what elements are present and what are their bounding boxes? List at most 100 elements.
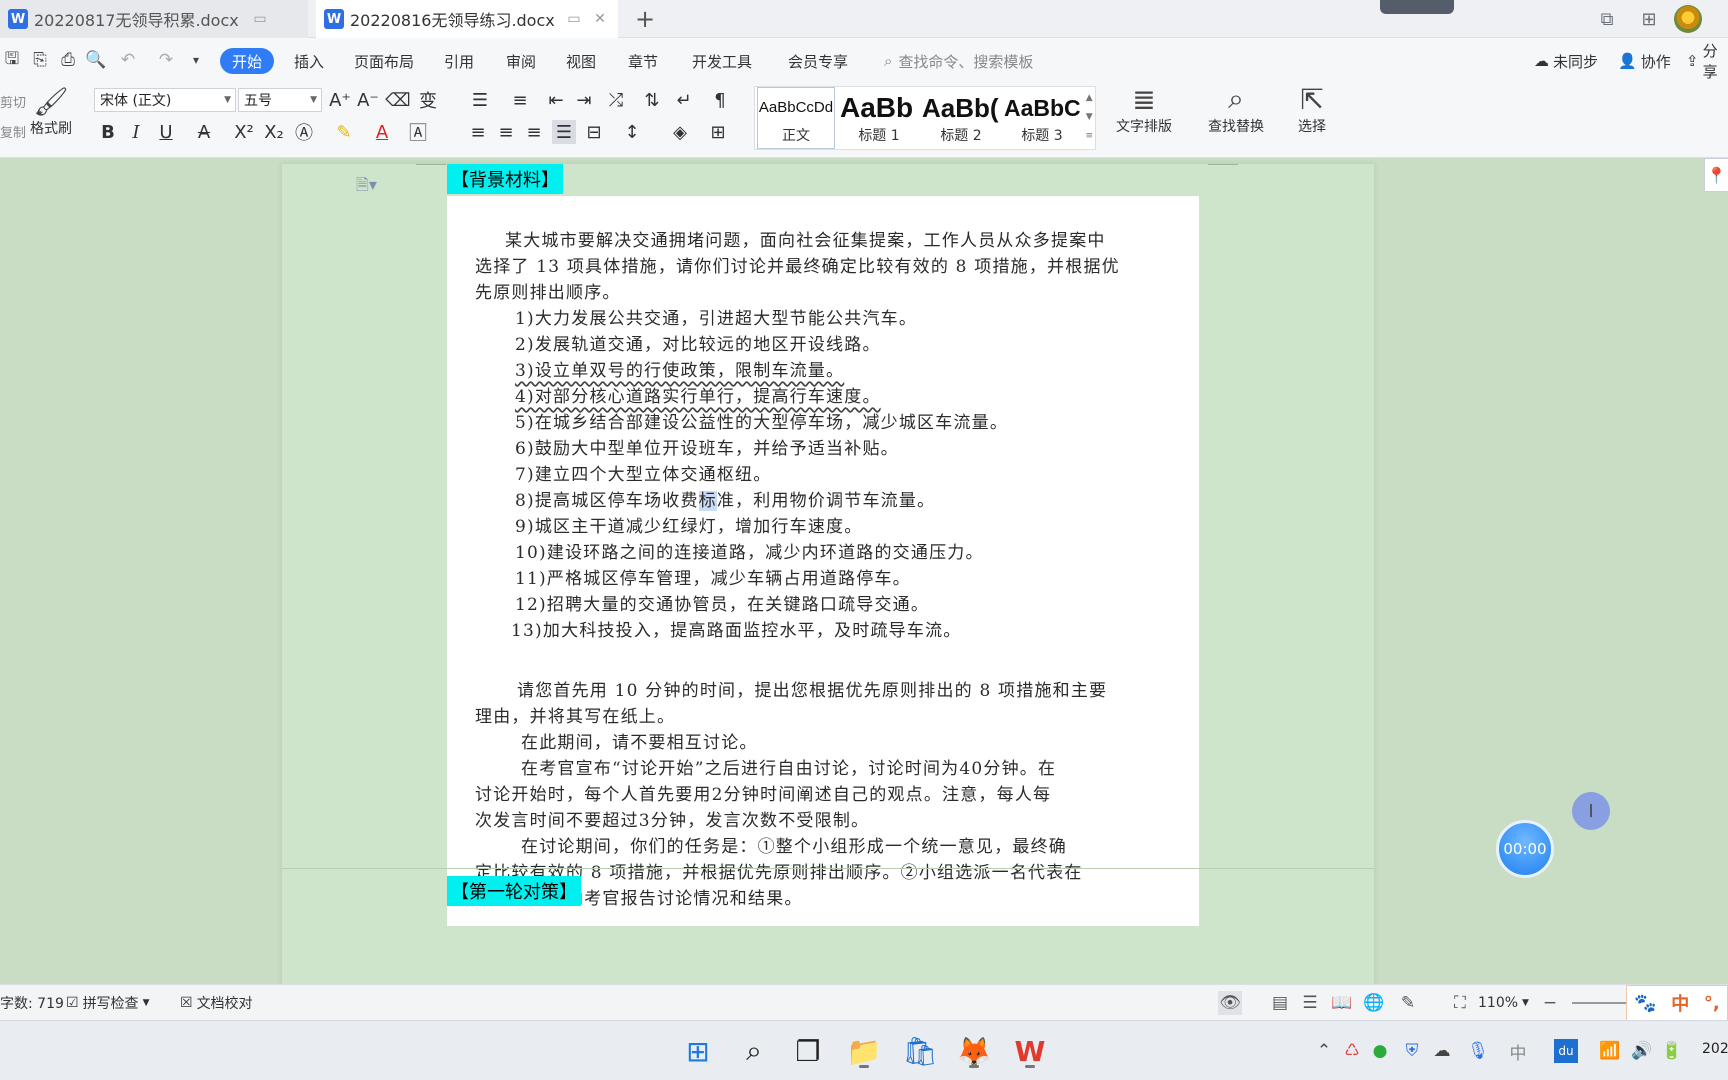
menu-view[interactable]: 视图 — [566, 48, 596, 74]
security-icon[interactable]: ⛨ — [1400, 1039, 1424, 1063]
task-view-icon[interactable]: ❐ — [788, 1031, 828, 1071]
chevron-up-icon[interactable]: ⌃ — [1312, 1039, 1336, 1063]
document-canvas[interactable]: 【背景材料】 某大城市要解决交通拥堵问题，面向社会征集提案，工作人员从众多提案中… — [0, 158, 1728, 984]
clock[interactable]: 202 — [1702, 1041, 1728, 1057]
doc-proof-button[interactable]: ☒ 文档校对 — [180, 993, 253, 1013]
baidu-icon[interactable]: du — [1554, 1039, 1578, 1063]
highlight-icon[interactable]: ✎ — [332, 120, 356, 144]
text-layout-button[interactable]: ≣ 文字排版 — [1116, 82, 1172, 136]
numbered-list-icon[interactable]: ≡ — [508, 88, 532, 112]
phonetic-icon[interactable]: 变 — [416, 88, 440, 112]
copy-button[interactable]: 复制 — [0, 122, 26, 141]
export-icon[interactable]: ⎘ — [28, 48, 52, 72]
line-break-icon[interactable]: ↵ — [672, 88, 696, 112]
font-name-select[interactable]: 宋体 (正文) ▼ — [94, 88, 236, 112]
menu-insert[interactable]: 插入 — [294, 48, 324, 74]
line-spacing-icon[interactable]: ↕ — [620, 120, 644, 144]
sync-button[interactable]: ☁ 未同步 — [1534, 48, 1598, 74]
sort-icon[interactable]: ⇅ — [640, 88, 664, 112]
menu-review[interactable]: 审阅 — [506, 48, 536, 74]
align-left-icon[interactable]: ≡ — [466, 120, 490, 144]
superscript-icon[interactable]: X² — [232, 120, 256, 144]
share-button[interactable]: ⇪ 分享 — [1686, 42, 1728, 81]
word-count[interactable]: 字数: 719 — [0, 993, 64, 1013]
font-color-icon[interactable]: A — [370, 120, 394, 144]
file-explorer-icon[interactable]: 📁 — [844, 1031, 884, 1071]
battery-icon[interactable]: 🔋 — [1660, 1039, 1684, 1063]
font-size-select[interactable]: 五号 ▼ — [238, 88, 322, 112]
start-icon[interactable]: ⊞ — [678, 1031, 718, 1071]
menu-chapter[interactable]: 章节 — [628, 48, 658, 74]
microphone-icon[interactable]: 🎙 — [1466, 1039, 1490, 1063]
show-marks-icon[interactable]: ¶ — [708, 88, 732, 112]
zoom-level[interactable]: 110% ▼ — [1478, 993, 1529, 1013]
document-page[interactable]: 【背景材料】 某大城市要解决交通拥堵问题，面向社会征集提案，工作人员从众多提案中… — [282, 164, 1374, 984]
char-border-icon[interactable]: 🄰 — [406, 120, 430, 144]
collab-button[interactable]: 👤 协作 — [1618, 48, 1671, 74]
style-gallery-scroll[interactable]: ▲ ▼ ≡ — [1085, 89, 1093, 146]
format-painter-button[interactable]: 🖌 格式刷 — [30, 84, 72, 138]
timer-widget[interactable]: 00:00 — [1496, 820, 1554, 878]
print-icon[interactable]: ⎙ — [56, 48, 80, 72]
pen-icon[interactable]: ✎ — [1396, 991, 1420, 1015]
apps-grid-icon[interactable]: ⊞ — [1636, 6, 1662, 32]
menu-page-layout[interactable]: 页面布局 — [354, 48, 414, 74]
paragraph-menu-icon[interactable]: 🗎▾ — [356, 174, 380, 194]
style-normal[interactable]: AaBbCcDd 正文 — [757, 87, 835, 149]
spell-check-button[interactable]: ☑ 拼写检查 ▼ — [66, 993, 149, 1013]
cut-button[interactable]: 剪切 — [0, 92, 26, 111]
menu-home[interactable]: 开始 — [220, 48, 275, 74]
tray-app-icon[interactable]: ♺ — [1340, 1039, 1364, 1063]
new-tab-button[interactable]: + — [632, 5, 658, 33]
customize-chevron-icon[interactable]: ▾ — [184, 48, 208, 72]
search-icon[interactable]: ⌕ — [734, 1031, 774, 1071]
tab-document-2[interactable]: W 20220816无领导练习.docx ▭ ✕ — [316, 0, 618, 38]
outline-view-icon[interactable]: ☰ — [1298, 991, 1322, 1015]
page-view-icon[interactable]: ▤ — [1268, 991, 1292, 1015]
italic-icon[interactable]: I — [124, 120, 148, 144]
avatar[interactable] — [1674, 5, 1702, 33]
style-heading-3[interactable]: AaBbC( 标题 3 — [1003, 87, 1081, 149]
style-heading-1[interactable]: AaBb 标题 1 — [839, 87, 919, 149]
redo-icon[interactable]: ↷ — [154, 48, 178, 72]
menu-references[interactable]: 引用 — [444, 48, 474, 74]
location-pin-icon[interactable]: 📍 — [1704, 158, 1728, 192]
store-icon[interactable]: 🛍 — [900, 1031, 940, 1071]
clear-format-icon[interactable]: ⌫ — [385, 88, 410, 112]
save-icon[interactable]: 🖫 — [0, 48, 24, 72]
menu-developer[interactable]: 开发工具 — [692, 48, 752, 74]
bold-icon[interactable]: B — [96, 120, 120, 144]
undo-icon[interactable]: ↶ — [116, 48, 140, 72]
input-method-icon[interactable]: 中 — [1506, 1039, 1530, 1064]
window-layout-icon[interactable]: ⧉ — [1594, 6, 1620, 32]
tab-document-1[interactable]: W 20220817无领导积累.docx ▭ — [0, 0, 308, 38]
command-search[interactable]: ⌕ 查找命令、搜索模板 — [884, 48, 1033, 74]
wifi-icon[interactable]: 📶 — [1598, 1039, 1622, 1063]
firefox-icon[interactable]: 🦊 — [954, 1031, 994, 1071]
menu-member[interactable]: 会员专享 — [788, 48, 848, 74]
distribute-icon[interactable]: ⊟ — [582, 120, 606, 144]
web-view-icon[interactable]: 🌐 — [1362, 991, 1386, 1015]
justify-icon[interactable]: ☰ — [552, 120, 576, 144]
close-icon[interactable]: ✕ — [592, 11, 608, 27]
style-heading-2[interactable]: AaBb( 标题 2 — [921, 87, 1001, 149]
bullet-list-icon[interactable]: ☰ — [468, 88, 492, 112]
reading-view-icon[interactable]: 📖 — [1330, 991, 1354, 1015]
ime-toolbar[interactable]: 🐾 中 °, — [1626, 985, 1728, 1021]
borders-icon[interactable]: ⊞ — [706, 120, 730, 144]
strikethrough-icon[interactable]: A — [192, 120, 216, 144]
text-effect-icon[interactable]: Ⓐ — [292, 120, 316, 144]
increase-indent-icon[interactable]: ⇥ — [572, 88, 596, 112]
text-direction-icon[interactable]: ⤮ — [604, 88, 628, 112]
subscript-icon[interactable]: X₂ — [262, 120, 286, 144]
onedrive-icon[interactable]: ☁ — [1430, 1039, 1454, 1063]
underline-icon[interactable]: U — [154, 120, 178, 144]
wps-office-icon[interactable]: W — [1010, 1031, 1050, 1071]
eye-protection-icon[interactable]: 👁 — [1218, 991, 1242, 1015]
decrease-indent-icon[interactable]: ⇤ — [544, 88, 568, 112]
volume-icon[interactable]: 🔊 — [1630, 1039, 1654, 1063]
wechat-icon[interactable]: ● — [1368, 1039, 1392, 1063]
select-button[interactable]: ⇱ 选择 — [1298, 82, 1326, 136]
zoom-out-icon[interactable]: − — [1538, 991, 1562, 1015]
print-preview-icon[interactable]: 🔍 — [84, 48, 108, 72]
